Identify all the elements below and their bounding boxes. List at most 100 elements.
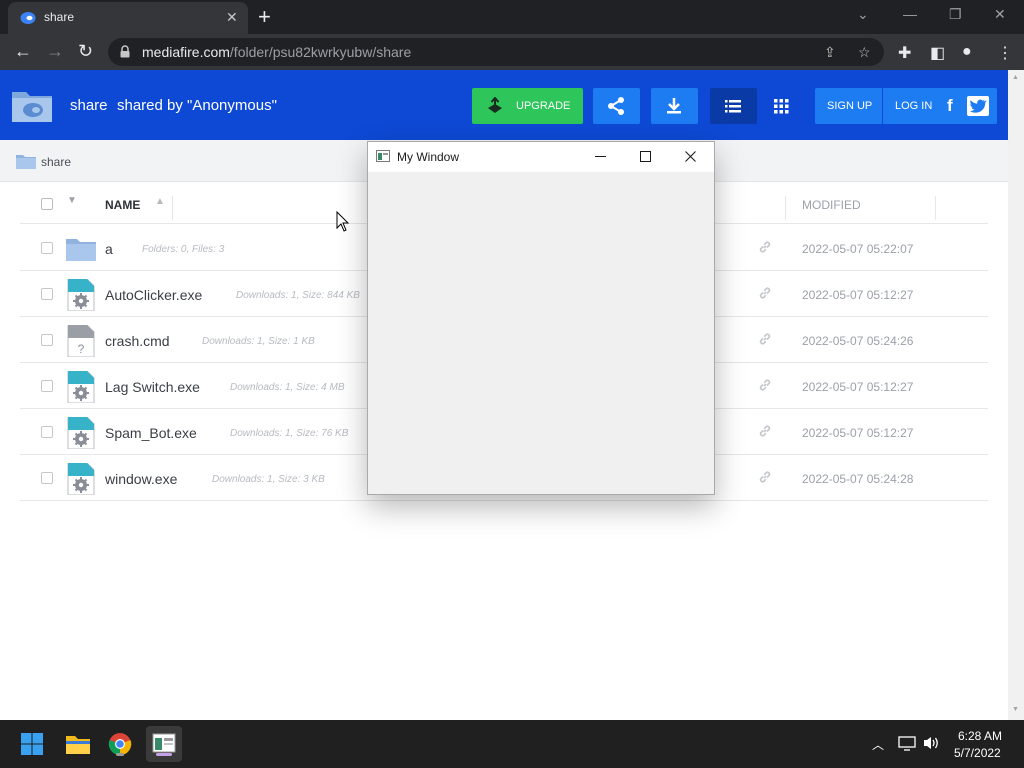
maximize-icon (640, 151, 651, 162)
download-button[interactable] (651, 88, 698, 124)
scroll-up-icon[interactable]: ▲ (1012, 74, 1019, 81)
column-divider (935, 196, 936, 220)
tray-overflow-chevron-icon[interactable]: ︿ (872, 736, 884, 753)
row-checkbox[interactable] (41, 472, 53, 484)
start-button[interactable] (14, 726, 50, 762)
share-button[interactable] (593, 88, 640, 124)
extensions-icon[interactable]: ✚ (898, 43, 911, 63)
link-icon[interactable] (758, 378, 772, 392)
window-maximize-button[interactable] (623, 142, 668, 172)
file-explorer-icon (66, 736, 90, 754)
window-title: My Window (397, 150, 460, 164)
folder-name: share (70, 97, 108, 114)
link-icon[interactable] (758, 240, 772, 254)
window-minimize-button[interactable] (578, 142, 623, 172)
windows-taskbar: ︿ 6:28 AM 5/7/2022 (0, 720, 1024, 768)
grid-view-button[interactable] (758, 88, 805, 124)
side-panel-icon[interactable]: ◧ (930, 43, 945, 63)
profile-icon[interactable]: ● (962, 43, 972, 61)
clock-time[interactable]: 6:28 AM (958, 729, 1002, 743)
reload-icon[interactable]: ↻ (78, 42, 93, 60)
link-icon[interactable] (758, 424, 772, 438)
file-explorer-button[interactable] (59, 726, 95, 762)
minimize-browser-icon[interactable]: — (903, 6, 917, 22)
my-window-taskbar-button[interactable] (146, 726, 182, 762)
upgrade-label: UPGRADE (516, 100, 571, 112)
window-close-button[interactable] (668, 142, 713, 172)
column-name-header[interactable]: NAME (105, 198, 140, 212)
select-dropdown-icon[interactable]: ▼ (67, 195, 77, 206)
file-name[interactable]: Spam_Bot.exe (105, 425, 197, 441)
clock-date[interactable]: 5/7/2022 (954, 746, 1001, 760)
list-view-button[interactable] (710, 88, 757, 124)
my-window-dialog: My Window (367, 141, 715, 495)
column-modified-header[interactable]: MODIFIED (802, 198, 861, 212)
row-checkbox[interactable] (41, 288, 53, 300)
forward-icon[interactable]: → (46, 42, 64, 60)
mouse-cursor-icon (336, 211, 350, 232)
select-all-checkbox[interactable] (41, 198, 53, 210)
file-modified-date: 2022-05-07 05:24:26 (802, 334, 914, 348)
row-checkbox[interactable] (41, 334, 53, 346)
active-app-indicator (156, 753, 172, 756)
auth-divider (882, 88, 883, 124)
link-icon[interactable] (758, 332, 772, 346)
grid-view-icon (774, 99, 789, 114)
close-browser-icon[interactable]: ✕ (994, 6, 1006, 23)
file-name[interactable]: window.exe (105, 471, 177, 487)
file-name[interactable]: crash.cmd (105, 333, 170, 349)
shared-by-label: shared by "Anonymous" (117, 97, 277, 114)
file-name[interactable]: AutoClicker.exe (105, 287, 202, 303)
upgrade-button[interactable]: UPGRADE (472, 88, 583, 124)
url-text: mediafire.com/folder/psu82kwrkyubw/share (142, 44, 411, 60)
volume-icon[interactable] (922, 735, 940, 751)
chrome-menu-icon[interactable]: ⋮ (997, 43, 1013, 63)
auth-buttons: SIGN UP LOG IN f (815, 88, 997, 124)
download-icon (667, 98, 681, 114)
sort-ascending-icon[interactable]: ▲ (155, 196, 165, 207)
breadcrumb-folder[interactable]: share (41, 155, 71, 169)
sign-up-button[interactable]: SIGN UP (827, 100, 872, 112)
chrome-taskbar-button[interactable] (102, 726, 138, 762)
exe-file-icon (66, 278, 96, 312)
folder-icon (66, 233, 96, 265)
address-bar[interactable]: mediafire.com/folder/psu82kwrkyubw/share… (108, 38, 884, 66)
facebook-icon[interactable]: f (947, 96, 953, 116)
back-icon[interactable]: ← (14, 42, 32, 60)
upgrade-icon (488, 97, 502, 113)
network-icon[interactable] (898, 735, 916, 751)
bookmark-star-icon[interactable]: ☆ (858, 44, 871, 61)
scroll-down-icon[interactable]: ▼ (1012, 706, 1019, 713)
app-window-icon (152, 733, 176, 753)
file-meta: Downloads: 1, Size: 1 KB (202, 336, 315, 347)
window-titlebar[interactable]: My Window (368, 142, 714, 172)
browser-tab[interactable]: share ✕ (8, 2, 248, 34)
restore-browser-icon[interactable]: ❐ (949, 6, 962, 23)
file-modified-date: 2022-05-07 05:12:27 (802, 288, 914, 302)
minimize-icon (595, 156, 606, 157)
link-icon[interactable] (758, 286, 772, 300)
new-tab-icon[interactable]: + (258, 4, 271, 30)
file-name[interactable]: a (105, 241, 113, 257)
shared-folder-logo-icon (12, 92, 52, 122)
url-path: /folder/psu82kwrkyubw/share (229, 44, 412, 60)
tab-title: share (44, 10, 75, 24)
link-icon[interactable] (758, 470, 772, 484)
svg-text:?: ? (78, 342, 85, 356)
browser-toolbar: ← → ↻ mediafire.com/folder/psu82kwrkyubw… (0, 34, 1024, 70)
tab-close-icon[interactable]: ✕ (226, 9, 238, 26)
row-checkbox[interactable] (41, 242, 53, 254)
row-checkbox[interactable] (41, 426, 53, 438)
exe-file-icon (66, 416, 96, 450)
tab-search-icon[interactable]: ⌄ (857, 6, 869, 23)
row-checkbox[interactable] (41, 380, 53, 392)
windows-start-icon (21, 733, 43, 755)
page-scrollbar[interactable]: ▲ ▼ (1008, 70, 1024, 720)
close-icon (685, 151, 696, 162)
file-name[interactable]: Lag Switch.exe (105, 379, 200, 395)
log-in-button[interactable]: LOG IN (895, 100, 932, 112)
column-divider (785, 196, 786, 220)
share-page-icon[interactable]: ⇪ (824, 44, 836, 61)
file-meta: Downloads: 1, Size: 76 KB (230, 428, 349, 439)
twitter-icon[interactable] (967, 96, 989, 116)
